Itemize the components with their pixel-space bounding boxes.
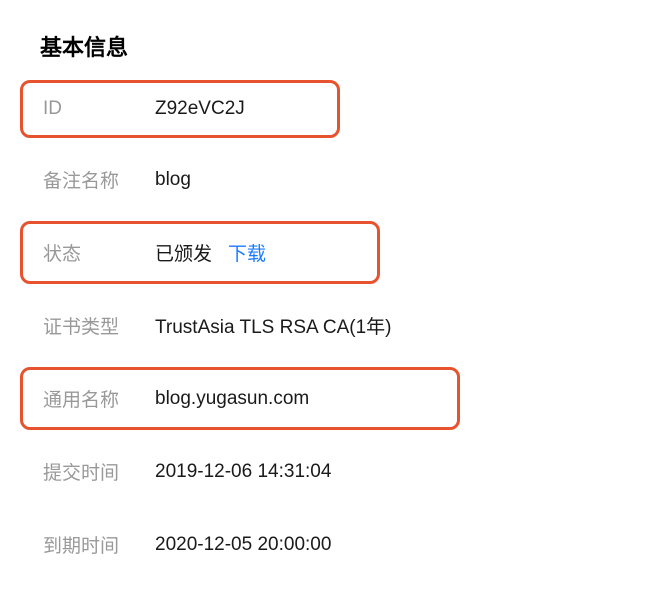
row-cert-type: 证书类型 TrustAsia TLS RSA CA(1年) [20, 294, 628, 357]
label-submit-time: 提交时间 [43, 458, 155, 485]
value-common-name: blog.yugasun.com [155, 388, 309, 410]
label-common-name: 通用名称 [43, 385, 155, 412]
section-title: 基本信息 [40, 30, 628, 62]
label-expire-time: 到期时间 [43, 531, 155, 558]
value-remark-name: blog [155, 169, 191, 191]
row-expire-time: 到期时间 2020-12-05 20:00:00 [20, 513, 628, 576]
value-submit-time: 2019-12-06 14:31:04 [155, 461, 331, 483]
value-status: 已颁发 [155, 239, 212, 266]
row-submit-time: 提交时间 2019-12-06 14:31:04 [20, 440, 628, 503]
label-remark-name: 备注名称 [43, 166, 155, 193]
label-status: 状态 [43, 239, 155, 266]
value-id: Z92eVC2J [155, 98, 245, 120]
value-cert-type: TrustAsia TLS RSA CA(1年) [155, 312, 392, 339]
label-cert-type: 证书类型 [43, 312, 155, 339]
label-id: ID [43, 98, 155, 120]
row-status: 状态 已颁发 下载 [20, 221, 380, 284]
row-remark-name: 备注名称 blog [20, 148, 628, 211]
value-expire-time: 2020-12-05 20:00:00 [155, 534, 331, 556]
download-link[interactable]: 下载 [228, 239, 266, 266]
row-id: ID Z92eVC2J [20, 80, 340, 138]
row-common-name: 通用名称 blog.yugasun.com [20, 367, 460, 430]
